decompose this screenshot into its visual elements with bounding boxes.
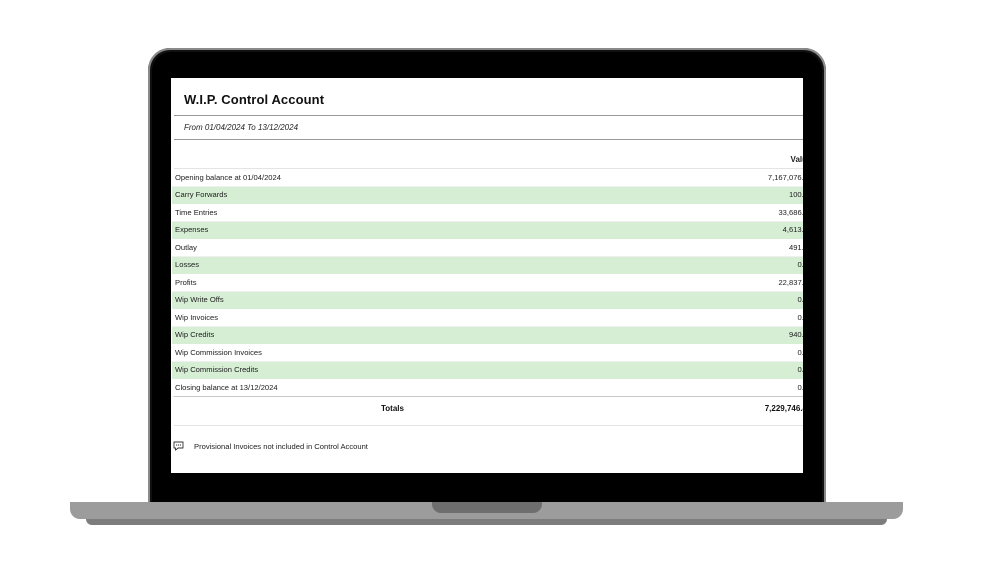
row-label: Closing balance at 13/12/2024 bbox=[175, 382, 278, 392]
row-label: Losses bbox=[175, 260, 200, 270]
row-label: Expenses bbox=[175, 225, 209, 235]
date-range: From 01/04/2024 To 13/12/2024 bbox=[184, 123, 299, 132]
row-label: Profits bbox=[175, 277, 197, 287]
row-label: Opening balance at 01/04/2024 bbox=[175, 172, 281, 182]
row-value: 7,167,076.6 bbox=[767, 172, 803, 182]
table-row: Opening balance at 01/04/2024 7,167,076.… bbox=[172, 169, 803, 187]
table-row: Wip Write Offs 0.0 bbox=[172, 291, 803, 309]
table-row: Losses 0.0 bbox=[172, 256, 803, 274]
totals-bottom-divider bbox=[174, 425, 803, 426]
row-value: 0.0 bbox=[797, 382, 803, 392]
table-row: Closing balance at 13/12/2024 0.0 bbox=[172, 379, 803, 397]
report-title: W.I.P. Control Account bbox=[184, 92, 325, 107]
totals-divider bbox=[174, 396, 803, 397]
laptop-mockup: W.I.P. Control Account From 01/04/2024 T… bbox=[0, 0, 1000, 575]
table-row: Wip Credits 940.0 bbox=[172, 326, 803, 344]
laptop-notch bbox=[432, 502, 542, 513]
table-row: Outlay 491.3 bbox=[172, 239, 803, 257]
value-column-header: Valu bbox=[790, 155, 803, 164]
row-value: 0.0 bbox=[797, 295, 803, 305]
row-value: 491.3 bbox=[788, 242, 803, 252]
account-table: Opening balance at 01/04/2024 7,167,076.… bbox=[172, 169, 803, 397]
title-divider bbox=[174, 115, 803, 116]
row-value: 100.0 bbox=[788, 190, 803, 200]
row-label: Wip Credits bbox=[175, 330, 215, 340]
date-divider bbox=[174, 139, 803, 140]
table-row: Wip Invoices 0.0 bbox=[172, 309, 803, 327]
totals-label: Totals bbox=[381, 404, 404, 413]
row-value: 0.0 bbox=[797, 347, 803, 357]
table-row: Carry Forwards 100.0 bbox=[172, 186, 803, 204]
table-row: Profits 22,837.8 bbox=[172, 274, 803, 292]
row-label: Outlay bbox=[175, 242, 197, 252]
row-value: 22,837.8 bbox=[778, 277, 803, 287]
row-value: 33,686.8 bbox=[778, 207, 803, 217]
report-screen: W.I.P. Control Account From 01/04/2024 T… bbox=[171, 78, 803, 473]
row-label: Wip Commission Credits bbox=[175, 365, 259, 375]
comment-icon bbox=[173, 441, 184, 451]
footnote-text: Provisional Invoices not included in Con… bbox=[194, 442, 368, 451]
row-label: Wip Commission Invoices bbox=[175, 347, 262, 357]
row-value: 0.0 bbox=[797, 365, 803, 375]
table-row: Wip Commission Invoices 0.0 bbox=[172, 344, 803, 362]
row-value: 4,613.8 bbox=[782, 225, 803, 235]
row-label: Wip Write Offs bbox=[175, 295, 224, 305]
row-label: Wip Invoices bbox=[175, 312, 219, 322]
row-label: Time Entries bbox=[175, 207, 218, 217]
table-row: Expenses 4,613.8 bbox=[172, 221, 803, 239]
row-value: 0.0 bbox=[797, 312, 803, 322]
table-row: Wip Commission Credits 0.0 bbox=[172, 361, 803, 379]
totals-value: 7,229,746.4 bbox=[764, 404, 803, 413]
row-value: 0.0 bbox=[797, 260, 803, 270]
laptop-base-edge bbox=[86, 519, 887, 525]
row-value: 940.0 bbox=[788, 330, 803, 340]
row-label: Carry Forwards bbox=[175, 190, 228, 200]
table-row: Time Entries 33,686.8 bbox=[172, 204, 803, 222]
